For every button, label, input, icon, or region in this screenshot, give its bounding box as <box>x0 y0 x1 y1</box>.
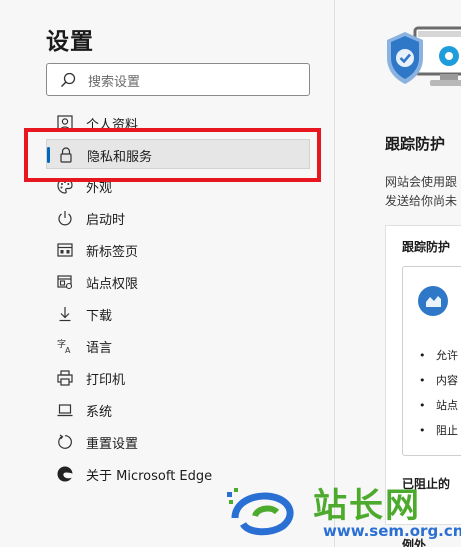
reset-icon <box>58 434 72 449</box>
sidebar-item-label: 下载 <box>86 309 113 324</box>
privacy-illustration <box>387 26 461 86</box>
search-placeholder: 搜索设置 <box>88 75 141 90</box>
sidebar-item-label: 打印机 <box>86 373 126 388</box>
tracking-basic-icon <box>418 286 448 316</box>
sidebar-item-printers[interactable]: 打印机 <box>46 363 310 393</box>
sidebar-item-label: 新标签页 <box>86 245 139 260</box>
sidebar-item-label: 关于 Microsoft Edge <box>86 469 213 484</box>
section-title: 跟踪防护 <box>385 135 446 153</box>
laptop-icon <box>57 404 73 417</box>
search-icon <box>61 72 76 87</box>
new-tab-icon <box>57 243 73 257</box>
settings-sidebar: 设置 搜索设置 个人资料 隐私和服务 外观 启动时 新标签页 站点权限 下载 字… <box>0 0 334 547</box>
settings-title: 设置 <box>46 29 94 55</box>
bullet-item: • 阻止 <box>419 424 458 437</box>
description-line-2: 发送给你尚未 <box>385 194 458 208</box>
red-highlight-box <box>24 128 321 182</box>
sidebar-item-languages[interactable]: 字 A 语言 <box>46 331 310 361</box>
bullet-item: • 内容 <box>419 374 458 387</box>
sidebar-item-label: 重置设置 <box>86 437 139 452</box>
power-icon <box>58 211 72 226</box>
bullet-item: • 允许 <box>419 349 458 362</box>
bullet-item: • 站点 <box>419 399 458 412</box>
watermark-url: www.sem.org.cn <box>323 522 461 540</box>
sidebar-item-system[interactable]: 系统 <box>46 395 310 425</box>
section-description: 网站会使用跟 发送给你尚未 <box>385 173 457 211</box>
description-line-1: 网站会使用跟 <box>385 175 458 189</box>
edge-logo-icon <box>57 466 73 482</box>
card-title: 跟踪防护 <box>402 240 451 254</box>
sidebar-item-new-tab[interactable]: 新标签页 <box>46 235 310 265</box>
sidebar-item-label: 系统 <box>86 405 113 420</box>
sidebar-item-label: 站点权限 <box>86 277 139 292</box>
sidebar-item-label: 启动时 <box>86 213 126 228</box>
language-icon: 字 A <box>57 338 71 355</box>
sidebar-item-downloads[interactable]: 下载 <box>46 299 310 329</box>
sidebar-item-reset[interactable]: 重置设置 <box>46 427 310 457</box>
sidebar-item-startup[interactable]: 启动时 <box>46 203 310 233</box>
watermark-logo-icon <box>227 488 294 536</box>
main-content: 跟踪防护 网站会使用跟 发送给你尚未 跟踪防护 • 允许 • 内容 • 站点 •… <box>335 0 461 547</box>
sidebar-item-site-permissions[interactable]: 站点权限 <box>46 267 310 297</box>
tracking-level-option[interactable]: • 允许 • 内容 • 站点 • 阻止 <box>402 266 461 456</box>
site-permissions-icon <box>57 275 73 290</box>
printer-icon <box>57 370 73 386</box>
search-input[interactable]: 搜索设置 <box>46 63 310 96</box>
watermark-text: 站长网 <box>313 486 421 526</box>
svg-text:A: A <box>65 346 71 355</box>
site-watermark: 站长网 www.sem.org.cn <box>225 478 461 547</box>
download-icon <box>59 307 71 322</box>
sidebar-item-label: 语言 <box>86 341 113 356</box>
